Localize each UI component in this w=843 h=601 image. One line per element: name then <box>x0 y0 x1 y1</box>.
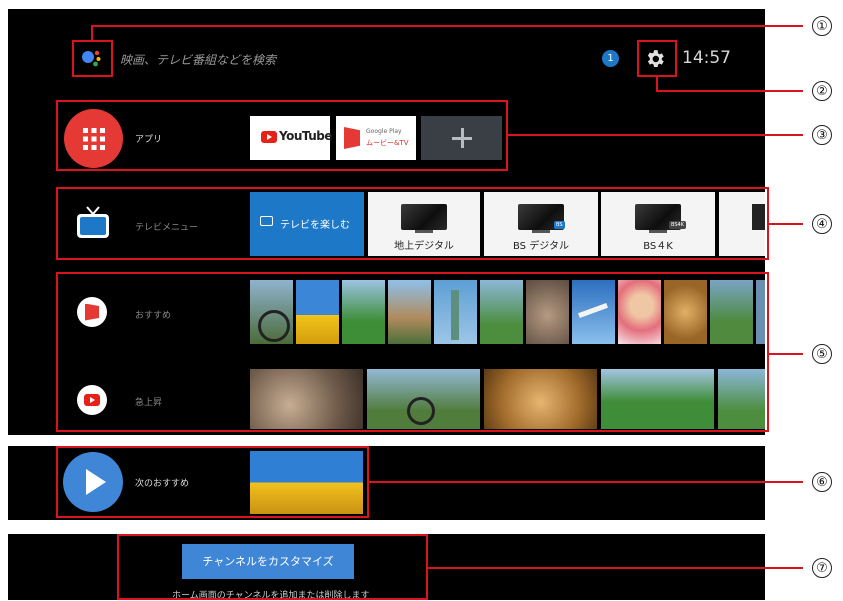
callout-line-6 <box>368 481 803 483</box>
clock: 14:57 <box>682 48 731 68</box>
notification-badge[interactable]: 1 <box>602 50 619 67</box>
callout-box-4 <box>56 187 769 260</box>
search-input[interactable]: 映画、テレビ番組などを検索 <box>120 51 276 68</box>
callout-box-1 <box>72 40 113 77</box>
callout-line-4 <box>768 223 803 225</box>
callout-line-3 <box>507 134 803 136</box>
callout-line-5 <box>768 353 803 355</box>
callout-number-3: ③ <box>812 125 832 145</box>
callout-line-1v <box>91 26 93 41</box>
callout-number-6: ⑥ <box>812 472 832 492</box>
callout-number-2: ② <box>812 81 832 101</box>
callout-line-2v <box>656 76 658 91</box>
callout-line-2h <box>656 90 803 92</box>
callout-box-7 <box>117 534 428 600</box>
callout-number-5: ⑤ <box>812 344 832 364</box>
callout-number-7: ⑦ <box>812 558 832 578</box>
callout-box-5 <box>56 272 769 432</box>
callout-box-6 <box>56 446 369 518</box>
callout-line-7 <box>427 567 803 569</box>
callout-number-4: ④ <box>812 214 832 234</box>
callout-box-3 <box>56 100 508 171</box>
callout-box-2 <box>637 40 677 77</box>
callout-line-1h <box>91 25 803 27</box>
callout-number-1: ① <box>812 16 832 36</box>
